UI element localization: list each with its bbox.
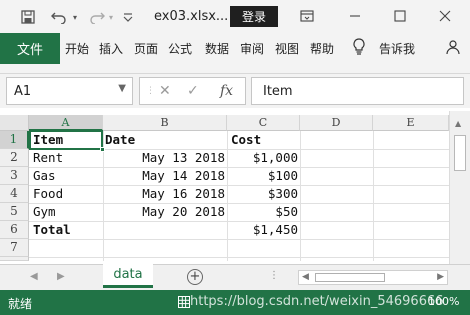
ribbon-tabs: 文件 开始 插入 页面 公式 数据 审阅 视图 帮助 告诉我 [0, 33, 470, 64]
save-icon[interactable] [18, 7, 38, 27]
fill-handle[interactable] [100, 147, 105, 152]
gridline [29, 257, 449, 258]
close-icon[interactable] [432, 4, 458, 28]
minimize-icon[interactable] [342, 4, 368, 28]
sheet-tab-data[interactable]: data [103, 264, 153, 288]
row-header-8[interactable]: 8 [0, 257, 29, 261]
tab-view[interactable]: 视图 [275, 40, 299, 57]
row-header-2[interactable]: 2 [0, 149, 29, 167]
cell-c6[interactable]: $1,450 [227, 221, 298, 239]
undo-dropdown-icon[interactable]: ▾ [70, 7, 80, 27]
tab-data[interactable]: 数据 [205, 40, 229, 57]
row-header-4[interactable]: 4 [0, 185, 29, 203]
cell-c2[interactable]: $1,000 [227, 149, 298, 167]
tab-formulas[interactable]: 公式 [168, 40, 192, 57]
scroll-up-icon[interactable]: ▲ [455, 119, 461, 128]
formula-input[interactable]: Item [251, 77, 464, 105]
cell-a2[interactable]: Rent [33, 149, 63, 167]
cancel-icon[interactable]: ✕ [159, 83, 171, 99]
row-header-3[interactable]: 3 [0, 167, 29, 185]
cell-c5[interactable]: $50 [227, 203, 298, 221]
select-all-corner[interactable] [0, 115, 29, 131]
customize-icon[interactable] [122, 7, 134, 27]
scroll-right-icon[interactable]: ▶ [437, 272, 444, 282]
formula-bar: A1 ▼ ⋮ ✕ ✓ fx Item [0, 74, 470, 108]
column-header-b[interactable]: B [103, 115, 227, 131]
horizontal-scroll-thumb[interactable] [315, 273, 385, 282]
zoom-level[interactable]: 100% [428, 295, 459, 308]
row-header-7[interactable]: 7 [0, 239, 29, 257]
title-bar: ▾ ▾ ex03.xlsx... 登录 [0, 0, 470, 33]
cell-b4[interactable]: May 16 2018 [103, 185, 225, 203]
tab-page-layout[interactable]: 页面 [134, 40, 158, 57]
gridline [29, 239, 449, 240]
undo-icon[interactable] [48, 7, 70, 27]
enter-icon[interactable]: ✓ [187, 83, 199, 99]
row-header-1[interactable]: 1 [0, 131, 29, 149]
cell-a3[interactable]: Gas [33, 167, 56, 185]
share-icon[interactable] [446, 39, 462, 58]
column-header-d[interactable]: D [300, 115, 373, 131]
cell-c1[interactable]: Cost [231, 131, 261, 149]
insert-function-icon[interactable]: fx [220, 83, 233, 99]
lightbulb-icon[interactable] [352, 38, 366, 58]
cell-a5[interactable]: Gym [33, 203, 56, 221]
vertical-scrollbar[interactable]: ▲ [449, 111, 470, 265]
cell-a6[interactable]: Total [33, 221, 71, 239]
login-button[interactable]: 登录 [230, 6, 278, 27]
horizontal-scrollbar[interactable]: ◀ ▶ [298, 270, 448, 285]
formula-input-value: Item [263, 84, 293, 99]
tab-review[interactable]: 审阅 [240, 40, 264, 57]
sheet-tab-bar: ◀ ▶ data + ⋮ ◀ ▶ [0, 264, 470, 290]
redo-dropdown-icon[interactable]: ▾ [106, 7, 116, 27]
tab-home[interactable]: 开始 [65, 40, 89, 57]
tab-help[interactable]: 帮助 [310, 40, 334, 57]
normal-view-icon[interactable] [178, 296, 190, 308]
cell-b3[interactable]: May 14 2018 [103, 167, 225, 185]
cell-c4[interactable]: $300 [227, 185, 298, 203]
scroll-left-icon[interactable]: ◀ [302, 272, 309, 282]
status-text: 就绪 [8, 297, 33, 311]
tab-splitter[interactable]: ⋮ [269, 270, 280, 281]
chevron-down-icon[interactable]: ▼ [118, 83, 126, 94]
row-header-6[interactable]: 6 [0, 221, 29, 239]
cell-b5[interactable]: May 20 2018 [103, 203, 225, 221]
ribbon-collapsed-strip [0, 64, 470, 74]
active-cell-border [29, 130, 103, 150]
column-header-c[interactable]: C [227, 115, 300, 131]
redo-icon[interactable] [86, 7, 108, 27]
tab-file[interactable]: 文件 [0, 33, 60, 64]
maximize-icon[interactable] [387, 4, 413, 28]
tab-scroll-right-icon[interactable]: ▶ [57, 271, 65, 282]
tab-scroll-left-icon[interactable]: ◀ [30, 271, 38, 282]
name-box-value: A1 [14, 84, 32, 99]
ribbon-display-icon[interactable] [294, 4, 320, 28]
column-header-a[interactable]: A [29, 115, 103, 131]
gridline [373, 131, 374, 261]
name-box[interactable]: A1 ▼ [6, 77, 133, 105]
tell-me-box[interactable]: 告诉我 [379, 40, 415, 57]
cell-b1[interactable]: Date [105, 131, 135, 149]
watermark-text: https://blog.csdn.net/weixin_54696666 [190, 294, 444, 309]
cell-b2[interactable]: May 13 2018 [103, 149, 225, 167]
column-header-e[interactable]: E [373, 115, 449, 131]
formula-buttons: ⋮ ✕ ✓ fx [139, 77, 246, 105]
file-name: ex03.xlsx... [154, 9, 229, 24]
more-options-icon: ⋮ [146, 86, 155, 96]
cell-a4[interactable]: Food [33, 185, 63, 203]
cell-c3[interactable]: $100 [227, 167, 298, 185]
tab-insert[interactable]: 插入 [99, 40, 123, 57]
vertical-scroll-thumb[interactable] [454, 135, 466, 171]
worksheet-grid[interactable]: A B C D E 1 2 3 4 5 6 7 8 Item Date Cost… [0, 111, 470, 261]
add-sheet-icon[interactable]: + [187, 269, 203, 285]
row-header-5[interactable]: 5 [0, 203, 29, 221]
gridline [300, 131, 301, 261]
status-bar: 就绪 https://blog.csdn.net/weixin_54696666… [0, 290, 470, 315]
